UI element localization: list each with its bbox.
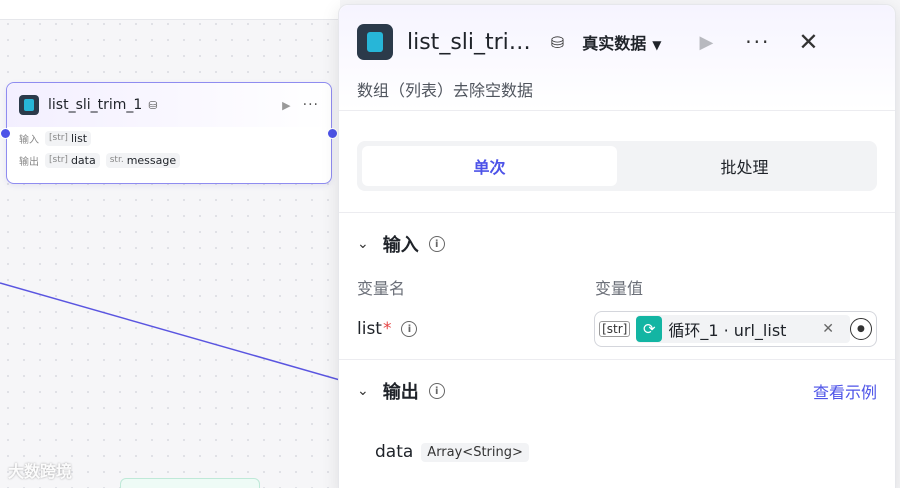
- col-var-value: 变量值: [595, 279, 644, 298]
- variable-reference-chip[interactable]: ⟳ 循环_1 · url_list ✕: [636, 315, 850, 343]
- output-port[interactable]: [327, 128, 338, 139]
- output-field-type: Array<String>: [421, 442, 529, 462]
- output-field-name: data: [375, 442, 414, 462]
- node-title: list_sli_trim_1: [48, 97, 143, 113]
- node-detail-panel: list_sli_tri… ⛁ 真实数据 ▼ ▶ ··· ✕ 数组（列表）去除空数…: [338, 4, 896, 488]
- info-icon[interactable]: i: [428, 236, 445, 252]
- output-label: 输出: [19, 156, 39, 168]
- run-icon[interactable]: ▶: [699, 32, 713, 53]
- node-output-row: 输出 [str] data str. message: [7, 149, 331, 171]
- ref-text: 循环_1 · url_list: [668, 321, 787, 340]
- chevron-down-icon[interactable]: ⌄: [357, 236, 369, 252]
- input-section: ⌄ 输入 i 变量名 变量值 list * i [str] ⟳ 循环_1 · u…: [339, 213, 895, 359]
- clear-icon[interactable]: ✕: [822, 321, 834, 337]
- store-icon: ⛁: [550, 32, 565, 52]
- panel-title[interactable]: list_sli_tri…: [407, 30, 531, 55]
- store-icon: ⛁: [148, 98, 158, 112]
- caret-down-icon: ▼: [652, 38, 662, 52]
- watermark-logo: 大数跨境: [8, 462, 73, 481]
- tab-single[interactable]: 单次: [362, 146, 617, 186]
- more-icon[interactable]: ···: [303, 97, 319, 113]
- node-header[interactable]: list_sli_trim_1 ⛁ ▶ ···: [7, 83, 331, 127]
- output-tag-message: str. message: [105, 152, 181, 168]
- more-icon[interactable]: ···: [745, 30, 770, 54]
- output-tag-data: [str] data: [45, 152, 100, 168]
- output-section-title: 输出: [382, 382, 419, 403]
- var-value-field[interactable]: [str] ⟳ 循环_1 · url_list ✕ ●: [594, 311, 877, 347]
- plugin-logo-icon: [19, 95, 39, 115]
- info-icon[interactable]: i: [428, 383, 445, 399]
- loop-icon: ⟳: [636, 316, 663, 342]
- connection-edge[interactable]: [0, 0, 340, 488]
- required-mark: *: [382, 319, 392, 339]
- node-input-row: 输入 [str] list: [7, 127, 331, 149]
- var-name-label: list: [357, 319, 382, 339]
- input-port[interactable]: [0, 128, 11, 139]
- run-icon[interactable]: ▶: [282, 99, 290, 112]
- output-field-row: data Array<String>: [357, 422, 877, 482]
- output-section: ⌄ 输出 i 查看示例 data Array<String>: [339, 359, 895, 482]
- panel-description: 数组（列表）去除空数据: [357, 81, 534, 100]
- tab-batch[interactable]: 批处理: [617, 146, 872, 186]
- view-example-link[interactable]: 查看示例: [813, 379, 877, 403]
- var-row: list * i [str] ⟳ 循环_1 · url_list ✕ ●: [357, 299, 877, 359]
- col-var-name: 变量名: [357, 279, 406, 298]
- close-icon[interactable]: ✕: [798, 28, 818, 56]
- type-tag: [str]: [599, 321, 631, 337]
- input-tag: [str] list: [45, 130, 92, 146]
- plugin-logo-icon: [357, 24, 393, 60]
- node-card[interactable]: list_sli_trim_1 ⛁ ▶ ··· 输入 [str] list 输出…: [0, 82, 338, 184]
- panel-header: list_sli_tri… ⛁ 真实数据 ▼ ▶ ··· ✕ 数组（列表）去除空数…: [339, 5, 895, 111]
- info-icon[interactable]: i: [401, 321, 418, 337]
- partial-node[interactable]: [120, 478, 260, 488]
- data-mode-select[interactable]: 真实数据 ▼: [582, 30, 661, 54]
- input-section-title: 输入: [382, 235, 419, 256]
- mode-toggle: 单次 批处理: [357, 141, 877, 191]
- input-label: 输入: [19, 134, 39, 146]
- variable-picker-icon[interactable]: ●: [849, 318, 872, 340]
- chevron-down-icon[interactable]: ⌄: [357, 383, 369, 399]
